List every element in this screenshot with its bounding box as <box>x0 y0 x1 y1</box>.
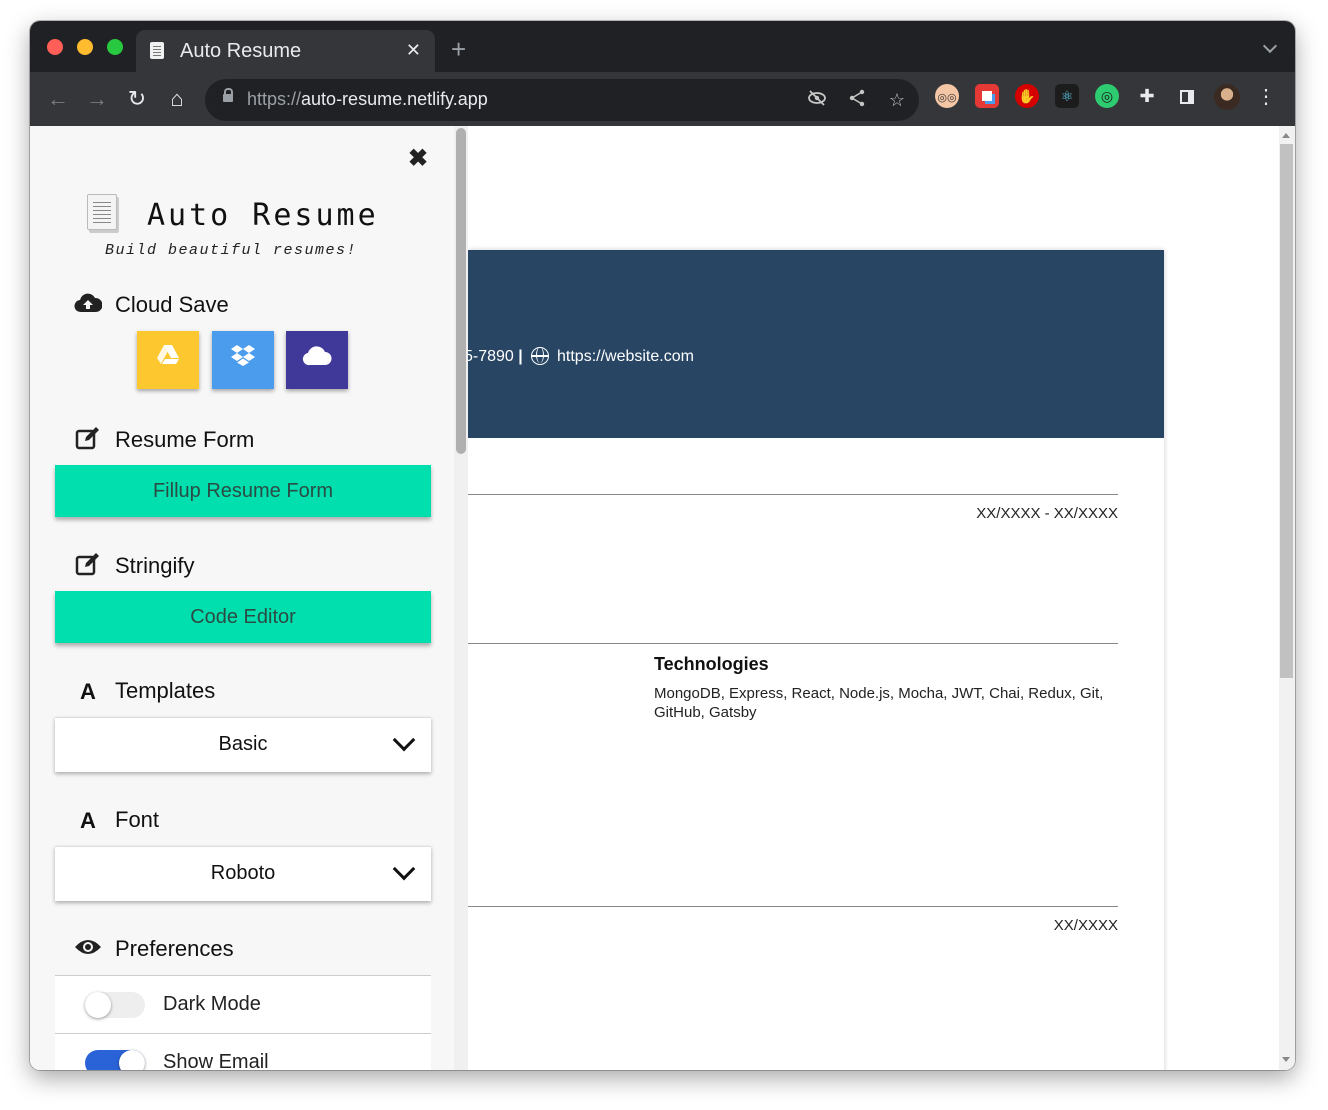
extension-hand-stop-icon[interactable]: ✋ <box>1015 84 1039 108</box>
extension-glasses-icon[interactable]: ◎◎ <box>935 84 959 108</box>
tab-close-icon[interactable]: ✕ <box>406 39 421 61</box>
address-bar[interactable]: https://auto-resume.netlify.app ☆ <box>205 79 919 121</box>
font-letter-icon: A <box>80 679 96 705</box>
section-divider <box>468 494 1118 495</box>
url-scheme: https:// <box>247 89 302 109</box>
tab-auto-resume[interactable]: Auto Resume ✕ <box>136 30 435 72</box>
preferences-heading: Preferences <box>73 936 234 963</box>
cloud-save-heading: Cloud Save <box>73 292 229 320</box>
minimize-window-button[interactable] <box>77 39 93 55</box>
browser-toolbar: ← → ↻ ⌂ https://auto-resume.netlify.app … <box>30 72 1295 126</box>
eye-icon <box>73 937 103 963</box>
close-window-button[interactable] <box>47 39 63 55</box>
resume-header: 5-7890 | https://website.com <box>464 250 1164 438</box>
pref-show-email: Show Email <box>55 1033 431 1070</box>
section-divider <box>468 906 1118 907</box>
technologies-heading: Technologies <box>654 654 769 674</box>
font-heading: A Font <box>73 807 159 834</box>
url-text[interactable]: https://auto-resume.netlify.app <box>247 89 488 110</box>
cloud-save-button[interactable] <box>286 331 348 389</box>
font-select[interactable]: Roboto <box>55 846 431 901</box>
font-selected-value: Roboto <box>210 862 276 884</box>
education-date: XX/XXXX <box>1053 917 1118 934</box>
pref-dark-mode: Dark Mode <box>55 975 431 1034</box>
dropbox-icon <box>231 345 255 366</box>
experience-date-range: XX/XXXX - XX/XXXX <box>976 505 1118 522</box>
extension-windows-icon[interactable] <box>975 84 999 108</box>
dark-mode-label: Dark Mode <box>163 993 261 1015</box>
new-tab-button[interactable]: + <box>451 36 466 62</box>
template-select[interactable]: Basic <box>55 717 431 772</box>
show-email-toggle[interactable] <box>85 1050 145 1070</box>
globe-icon <box>531 347 549 365</box>
google-drive-icon <box>157 345 179 364</box>
code-editor-button[interactable]: Code Editor <box>55 591 431 643</box>
stringify-heading: Stringify <box>73 552 194 582</box>
page-viewport: 5-7890 | https://website.com XX/XXXX - X… <box>30 126 1295 1070</box>
tab-strip: Auto Resume ✕ + <box>30 21 1295 72</box>
edit-square-icon <box>73 552 103 582</box>
app-tagline: Build beautiful resumes! <box>105 242 358 259</box>
sidebar-scrollbar-thumb[interactable] <box>456 128 466 454</box>
tab-title: Auto Resume <box>180 40 302 62</box>
resume-preview: 5-7890 | https://website.com XX/XXXX - X… <box>464 250 1164 1070</box>
side-panel-icon[interactable] <box>1175 84 1199 108</box>
cloud-upload-icon <box>73 292 103 320</box>
extensions-puzzle-icon[interactable]: ✚ <box>1135 84 1159 108</box>
zoom-window-button[interactable] <box>107 39 123 55</box>
scroll-down-arrow-icon[interactable] <box>1282 1057 1290 1062</box>
scroll-up-arrow-icon[interactable] <box>1282 133 1290 138</box>
share-icon[interactable] <box>845 88 869 112</box>
template-selected-value: Basic <box>218 733 268 755</box>
section-divider <box>468 643 1118 644</box>
edit-square-icon <box>73 426 103 456</box>
cloud-icon <box>302 346 332 366</box>
url-host: auto-resume.netlify.app <box>301 89 488 109</box>
sidebar-panel: ✖ Auto Resume Build beautiful resumes! C… <box>30 126 468 1070</box>
bookmark-star-icon[interactable]: ☆ <box>885 88 909 112</box>
forward-arrow-icon[interactable]: → <box>82 84 112 114</box>
close-sidebar-icon[interactable]: ✖ <box>408 144 428 173</box>
reload-icon[interactable]: ↻ <box>122 84 152 114</box>
home-icon[interactable]: ⌂ <box>162 84 192 114</box>
show-email-label: Show Email <box>163 1051 269 1070</box>
resume-website: https://website.com <box>557 348 694 365</box>
browser-window: Auto Resume ✕ + ← → ↻ ⌂ https://auto-res… <box>30 21 1295 1070</box>
eye-off-icon[interactable] <box>805 88 829 112</box>
toggle-knob <box>85 992 111 1018</box>
resume-phone: 5-7890 | <box>464 348 523 365</box>
app-title: Auto Resume <box>147 198 379 233</box>
dropbox-save-button[interactable] <box>212 331 274 389</box>
dark-mode-toggle[interactable] <box>85 992 145 1018</box>
tab-search-chevron-icon[interactable] <box>1262 38 1278 54</box>
back-arrow-icon[interactable]: ← <box>43 84 73 114</box>
extension-target-icon[interactable]: ◎ <box>1095 84 1119 108</box>
templates-heading: A Templates <box>73 678 215 705</box>
toggle-knob <box>119 1050 145 1070</box>
font-letter-icon: A <box>80 808 96 834</box>
profile-avatar[interactable] <box>1214 84 1240 110</box>
technologies-list: MongoDB, Express, React, Node.js, Mocha,… <box>654 685 1104 721</box>
resume-form-heading: Resume Form <box>73 426 254 456</box>
fillup-resume-form-button[interactable]: Fillup Resume Form <box>55 465 431 517</box>
scroll-document-icon <box>87 194 117 230</box>
page-scrollbar-thumb[interactable] <box>1280 144 1293 678</box>
lock-icon[interactable] <box>223 88 233 102</box>
react-devtools-icon[interactable]: ⚛ <box>1055 84 1079 108</box>
google-drive-save-button[interactable] <box>137 331 199 389</box>
browser-menu-kebab-icon[interactable]: ⋮ <box>1256 84 1276 109</box>
scroll-page-icon <box>150 42 164 59</box>
